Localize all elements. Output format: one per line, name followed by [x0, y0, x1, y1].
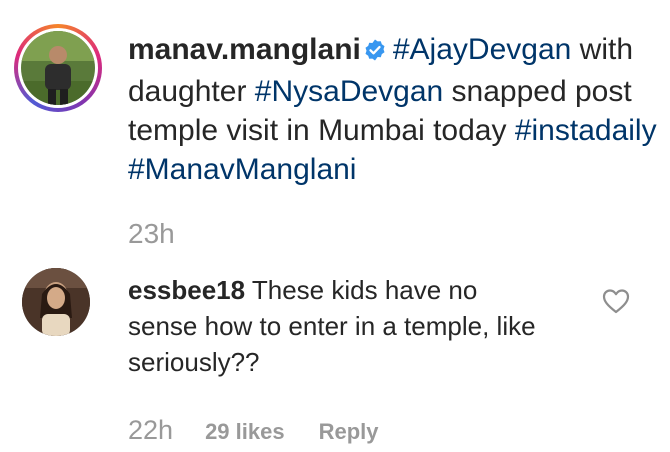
post-timestamp[interactable]: 23h [128, 218, 175, 250]
reply-button[interactable]: Reply [319, 419, 379, 445]
hashtag-link[interactable]: #AjayDevgan [393, 33, 571, 66]
comment-body: essbee18 These kids have no sense how to… [128, 272, 548, 380]
post-author-avatar[interactable] [14, 24, 102, 112]
post-username[interactable]: manav.manglani [128, 33, 361, 66]
comment-likes-count[interactable]: 29 likes [205, 419, 285, 445]
commenter-avatar[interactable] [22, 268, 90, 336]
comment-meta: 22h 29 likes Reply [128, 415, 379, 446]
avatar-photo [21, 31, 95, 105]
comment-timestamp[interactable]: 22h [128, 415, 173, 446]
hashtag-link[interactable]: #instadaily [515, 114, 657, 147]
hashtag-link[interactable]: #NysaDevgan [255, 75, 443, 108]
comment-username[interactable]: essbee18 [128, 275, 245, 305]
post-caption: manav.manglani #AjayDevgan with daughter … [128, 30, 658, 189]
hashtag-link[interactable]: #ManavManglani [128, 153, 356, 186]
comment-thread: manav.manglani #AjayDevgan with daughter … [0, 0, 670, 452]
heart-outline-icon[interactable] [602, 288, 630, 314]
verified-badge-icon [363, 33, 387, 72]
